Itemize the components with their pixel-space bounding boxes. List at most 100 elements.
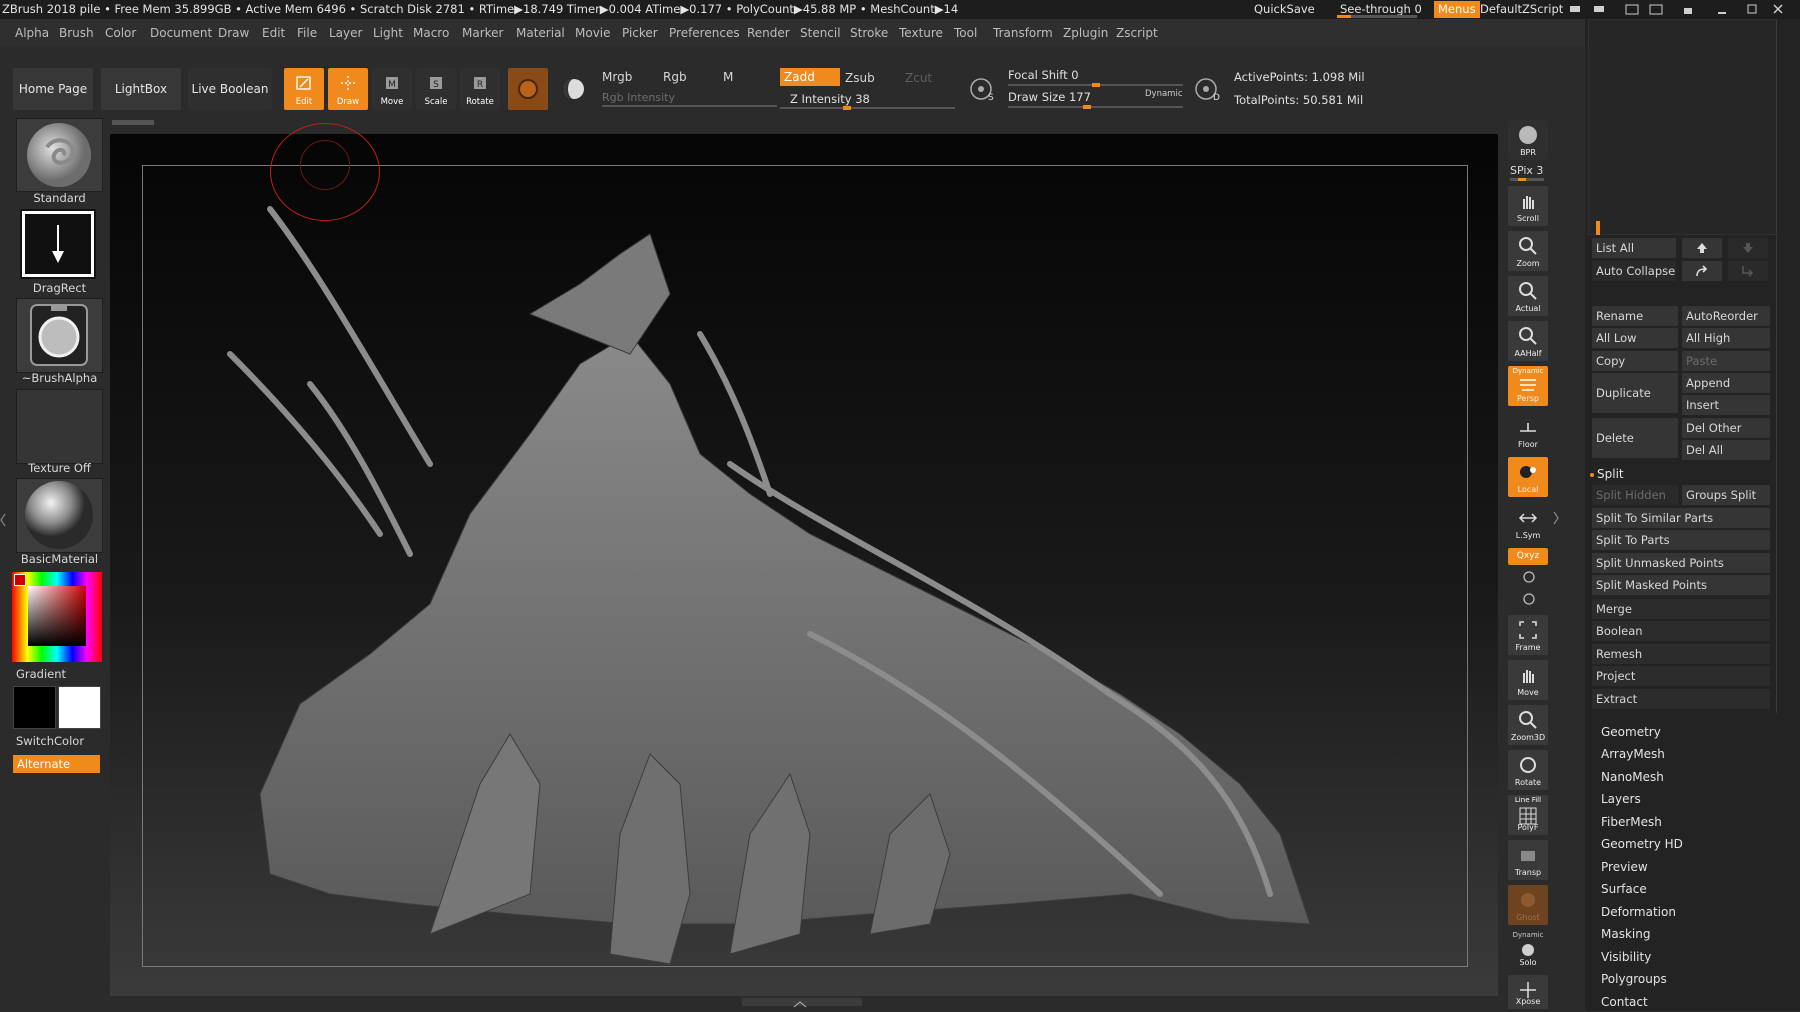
zsub-toggle[interactable]: Zsub <box>845 71 875 85</box>
undo-arrow-icon[interactable] <box>1728 261 1768 281</box>
append-button[interactable]: Append <box>1682 373 1770 393</box>
bottom-tray-toggle[interactable] <box>742 998 862 1008</box>
copy-button[interactable]: Copy <box>1592 351 1678 371</box>
actual-button[interactable]: Actual <box>1508 276 1548 316</box>
menu-movie[interactable]: Movie <box>575 26 611 40</box>
alternate-button[interactable]: Alternate <box>13 755 100 773</box>
scale-button[interactable]: S Scale <box>416 68 456 110</box>
m-toggle[interactable]: M <box>723 70 733 84</box>
menu-zplugin[interactable]: Zplugin <box>1063 26 1108 40</box>
menu-zscript[interactable]: Zscript <box>1116 26 1158 40</box>
spix-slider[interactable]: SPix 3 <box>1510 164 1543 177</box>
frame-button[interactable]: Frame <box>1508 615 1548 655</box>
right-shelf-collapse-icon[interactable] <box>1552 508 1560 528</box>
menu-draw[interactable]: Draw <box>218 26 249 40</box>
delete-button[interactable]: Delete <box>1592 418 1678 458</box>
rotate-button[interactable]: R Rotate <box>460 68 500 110</box>
paste-button[interactable]: Paste <box>1682 351 1770 371</box>
list-all-button[interactable]: List All <box>1592 238 1676 258</box>
menu-transform[interactable]: Transform <box>993 26 1053 40</box>
lazy-mouse-s-icon[interactable]: S <box>968 76 996 104</box>
extract-section[interactable]: Extract <box>1592 689 1770 709</box>
color-picker-sv-square[interactable] <box>28 586 86 646</box>
menu-brush[interactable]: Brush <box>59 26 94 40</box>
xpose-button[interactable]: Xpose <box>1508 975 1548 1009</box>
z-intensity-slider[interactable]: Z Intensity 38 <box>790 92 870 106</box>
menus-button[interactable]: Menus <box>1434 1 1480 18</box>
transp-button[interactable]: Transp <box>1508 840 1548 880</box>
rgb-intensity-slider[interactable]: Rgb Intensity <box>602 91 675 104</box>
brush-thumbnail[interactable] <box>16 118 103 192</box>
floor-button[interactable]: Floor <box>1508 412 1548 452</box>
menu-stencil[interactable]: Stencil <box>800 26 841 40</box>
local-button[interactable]: Local <box>1508 457 1548 497</box>
lightbox-button[interactable]: LightBox <box>101 68 181 110</box>
lsym-button[interactable]: L.Sym <box>1508 503 1548 543</box>
ghost-button[interactable]: Ghost <box>1508 885 1548 925</box>
rgb-toggle[interactable]: Rgb <box>663 70 687 84</box>
masking-section[interactable]: Masking <box>1601 927 1650 941</box>
quicksave-button[interactable]: QuickSave <box>1254 2 1315 16</box>
menu-color[interactable]: Color <box>105 26 136 40</box>
texture-thumbnail[interactable] <box>16 389 103 464</box>
merge-section[interactable]: Merge <box>1592 599 1770 619</box>
aahalf-button[interactable]: AAHalf <box>1508 321 1548 361</box>
lazy-mouse-d-icon[interactable]: D <box>1193 76 1221 104</box>
split-section[interactable]: Split <box>1597 467 1624 481</box>
split-to-parts-button[interactable]: Split To Parts <box>1592 530 1770 550</box>
scroll-button[interactable]: Scroll <box>1508 186 1548 226</box>
menu-macro[interactable]: Macro <box>413 26 449 40</box>
draw-size-knob[interactable] <box>1082 105 1091 109</box>
menu-edit[interactable]: Edit <box>262 26 285 40</box>
zoom-button[interactable]: Zoom <box>1508 231 1548 271</box>
menu-file[interactable]: File <box>297 26 317 40</box>
rotate-view-button[interactable]: Rotate <box>1508 750 1548 790</box>
insert-button[interactable]: Insert <box>1682 395 1770 415</box>
surface-section[interactable]: Surface <box>1601 882 1647 896</box>
arraymesh-section[interactable]: ArrayMesh <box>1601 747 1665 761</box>
split-unmasked-button[interactable]: Split Unmasked Points <box>1592 553 1770 573</box>
boolean-section[interactable]: Boolean <box>1592 621 1770 641</box>
project-section[interactable]: Project <box>1592 666 1770 686</box>
move-up-arrow-icon[interactable] <box>1682 238 1722 258</box>
rotate-z-icon[interactable] <box>1522 592 1536 606</box>
xyz-button[interactable]: Qxyz <box>1508 548 1548 565</box>
duplicate-button[interactable]: Duplicate <box>1592 373 1678 413</box>
polygroups-section[interactable]: Polygroups <box>1601 972 1667 986</box>
groups-split-button[interactable]: Groups Split <box>1682 485 1770 505</box>
document-scroll-handle[interactable] <box>112 120 154 125</box>
zoom3d-button[interactable]: Zoom3D <box>1508 705 1548 745</box>
split-hidden-button[interactable]: Split Hidden <box>1592 485 1678 505</box>
menu-alpha[interactable]: Alpha <box>15 26 49 40</box>
contact-section[interactable]: Contact <box>1601 995 1648 1009</box>
material-thumbnail[interactable] <box>16 478 103 553</box>
sculpt-model[interactable] <box>110 134 1498 996</box>
zadd-toggle[interactable]: Zadd <box>780 68 840 86</box>
fibermesh-section[interactable]: FiberMesh <box>1601 815 1662 829</box>
menu-stroke[interactable]: Stroke <box>850 26 888 40</box>
window-controls-icon[interactable] <box>1570 2 1790 19</box>
all-low-button[interactable]: All Low <box>1592 328 1678 348</box>
rename-button[interactable]: Rename <box>1592 306 1678 326</box>
move-button[interactable]: M Move <box>372 68 412 110</box>
menu-light[interactable]: Light <box>373 26 403 40</box>
stroke-thumbnail[interactable] <box>20 209 96 279</box>
color-sphere-button[interactable] <box>554 68 594 110</box>
menu-render[interactable]: Render <box>747 26 790 40</box>
seethrough-slider[interactable]: See-through 0 <box>1340 2 1422 16</box>
rotate-y-icon[interactable] <box>1522 570 1536 584</box>
menu-marker[interactable]: Marker <box>462 26 503 40</box>
del-other-button[interactable]: Del Other <box>1682 418 1770 438</box>
all-high-button[interactable]: All High <box>1682 328 1770 348</box>
zcut-toggle[interactable]: Zcut <box>905 71 932 85</box>
nanomesh-section[interactable]: NanoMesh <box>1601 770 1664 784</box>
secondary-color-swatch[interactable] <box>58 686 101 729</box>
menu-preferences[interactable]: Preferences <box>669 26 740 40</box>
material-sphere-button[interactable] <box>508 68 548 110</box>
z-intensity-knob[interactable] <box>842 106 851 110</box>
autoreorder-button[interactable]: AutoReorder <box>1682 306 1770 326</box>
edit-button[interactable]: Edit <box>284 68 324 110</box>
persp-button[interactable]: Dynamic Persp <box>1508 366 1548 406</box>
menu-document[interactable]: Document <box>150 26 212 40</box>
draw-size-slider[interactable]: Draw Size 177 <box>1008 90 1091 104</box>
